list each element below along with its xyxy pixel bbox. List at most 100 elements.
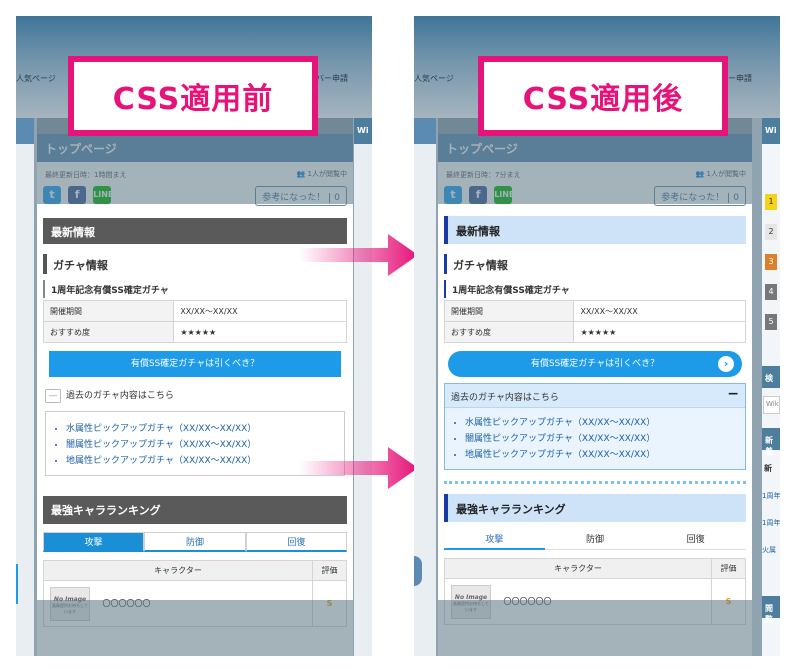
article: トップページ 最終更新日時：1時間まえ 👥 1人が閲覧中 t f LINE 参考…	[37, 134, 353, 656]
news-item[interactable]: 1周年	[762, 518, 780, 528]
social-row: t f LINE 参考になった！ 0	[37, 184, 353, 210]
grade-cell: S	[711, 578, 746, 625]
reader-count: 👥 1人が閲覧中	[296, 170, 347, 178]
toggle-box-icon: —	[45, 388, 61, 403]
tab-defense[interactable]: 防御	[144, 532, 246, 552]
table-cell-label: おすすめ度	[42, 321, 175, 343]
section-heading-ranking: 最強キャラランキング	[444, 494, 746, 522]
col-header-character: キャラクター	[43, 560, 313, 581]
cta-button[interactable]: 有償SS確定ガチャは引くべき？ ›	[448, 351, 742, 377]
gacha-title: 1周年記念有償SS確定ガチャ	[43, 280, 347, 298]
no-image-placeholder: No Image 画像提供お待ちしています	[451, 584, 491, 619]
facebook-icon[interactable]: f	[469, 186, 488, 204]
list-item[interactable]: 水属性ピックアップガチャ（XX/XX〜XX/XX）	[66, 421, 344, 434]
dotted-divider	[444, 478, 746, 484]
tab-attack[interactable]: 攻撃	[444, 530, 545, 550]
line-icon[interactable]: LINE	[93, 186, 113, 204]
past-gacha-toggle[interactable]: — 過去のガチャ内容はこちら	[45, 387, 345, 405]
twitter-icon[interactable]: t	[43, 186, 61, 204]
subheading-gacha: ガチャ情報	[444, 254, 746, 274]
meta-row: 最終更新日時：1時間まえ 👥 1人が閲覧中	[37, 162, 353, 184]
list-item[interactable]: 地属性ピックアップガチャ（XX/XX〜XX/XX）	[465, 447, 745, 460]
after-panel: 人気ページ バー申請 Wi 1 2 3 4 5 検 Wiki 新着 新 1周年 …	[414, 16, 780, 656]
rank-badge[interactable]: 5	[765, 314, 777, 330]
right-sidebar-header: Wi	[762, 118, 780, 144]
line-icon[interactable]: LINE	[494, 186, 514, 204]
tab-defense[interactable]: 防御	[544, 530, 646, 550]
social-row: t f LINE 参考になった！ 0	[438, 184, 752, 210]
twitter-icon[interactable]: t	[444, 186, 462, 204]
character-name: 〇〇〇〇〇〇	[503, 597, 552, 606]
news-subheader: 新	[764, 464, 772, 473]
ranking-tabs: 攻撃 防御 回復	[43, 532, 347, 552]
left-sidebar-edge	[16, 118, 34, 656]
ranking-table: キャラクター 評価 No Image 画像提供お待ちしています 〇〇〇〇〇〇 S	[43, 560, 347, 627]
table-row: No Image 画像提供お待ちしています 〇〇〇〇〇〇 S	[43, 580, 347, 627]
ranking-tabs: 攻撃 防御 回復	[444, 530, 747, 550]
label-after: CSS適用後	[478, 56, 728, 136]
accordion-header[interactable]: 過去のガチャ内容はこちら −	[445, 384, 745, 408]
page-title: トップページ	[37, 134, 353, 162]
arrow-right-icon	[300, 234, 418, 276]
nav-bar-application[interactable]: バー申請	[316, 73, 348, 84]
table-cell-label: 開催期間	[443, 300, 575, 322]
collapse-icon: −	[727, 386, 739, 402]
search-input[interactable]: Wiki	[763, 396, 780, 414]
last-updated: 最終更新日時：7分まえ	[446, 171, 521, 179]
rank-badge[interactable]: 2	[765, 224, 777, 240]
list-item[interactable]: 水属性ピックアップガチャ（XX/XX〜XX/XX）	[465, 415, 745, 428]
meta-row: 最終更新日時：7分まえ 👥 1人が閲覧中	[438, 162, 752, 184]
character-name: 〇〇〇〇〇〇	[102, 599, 151, 608]
rank-badge[interactable]: 3	[765, 254, 777, 270]
character-cell[interactable]: No Image 画像提供お待ちしています 〇〇〇〇〇〇	[444, 578, 712, 625]
news-item[interactable]: 火属	[762, 545, 780, 555]
accordion-title: 過去のガチャ内容はこちら	[451, 393, 559, 403]
tab-attack[interactable]: 攻撃	[43, 532, 145, 552]
news-item[interactable]: 1周年	[762, 491, 780, 501]
table-cell-value: XX/XX〜XX/XX	[173, 300, 347, 322]
col-header-character: キャラクター	[444, 558, 712, 579]
views-header: 閲覧	[762, 596, 780, 624]
list-item[interactable]: 闇属性ピックアップガチャ（XX/XX〜XX/XX）	[465, 431, 745, 444]
page-title: トップページ	[438, 134, 752, 162]
table-cell-label: おすすめ度	[443, 321, 575, 343]
facebook-icon[interactable]: f	[68, 186, 87, 204]
chevron-right-icon: ›	[718, 356, 734, 372]
gacha-info-table: 開催期間 XX/XX〜XX/XX おすすめ度 ★★★★★	[42, 300, 347, 343]
table-row: 開催期間 XX/XX〜XX/XX	[42, 300, 347, 322]
search-header: 検	[762, 366, 780, 388]
table-cell-value: ★★★★★	[173, 321, 347, 343]
label-before: CSS適用前	[68, 56, 318, 136]
table-row: No Image 画像提供お待ちしています 〇〇〇〇〇〇 S	[444, 578, 746, 625]
tab-heal[interactable]: 回復	[645, 530, 747, 550]
helpful-button[interactable]: 参考になった！ 0	[255, 186, 347, 206]
nav-popular-pages[interactable]: 人気ページ	[414, 73, 454, 84]
right-sidebar-edge: Wi	[354, 118, 372, 656]
cta-button[interactable]: 有償SS確定ガチャは引くべき？	[49, 351, 341, 377]
users-icon: 👥	[296, 170, 306, 178]
grade-cell: S	[312, 580, 347, 627]
rank-badge[interactable]: 4	[765, 284, 777, 300]
section-heading-ranking: 最強キャラランキング	[43, 496, 347, 524]
left-sidebar-button[interactable]	[414, 556, 422, 586]
right-sidebar-header: Wi	[354, 118, 372, 144]
table-row: 開催期間 XX/XX〜XX/XX	[443, 300, 746, 322]
last-updated: 最終更新日時：1時間まえ	[45, 171, 127, 179]
arrow-right-icon	[300, 447, 418, 489]
character-cell[interactable]: No Image 画像提供お待ちしています 〇〇〇〇〇〇	[43, 580, 313, 627]
helpful-button[interactable]: 参考になった！ 0	[654, 186, 746, 206]
table-cell-value: ★★★★★	[573, 321, 746, 343]
gacha-title: 1周年記念有償SS確定ガチャ	[444, 280, 746, 298]
left-sidebar-header	[16, 118, 34, 144]
rank-badge[interactable]: 1	[765, 194, 777, 210]
left-sidebar-button[interactable]	[16, 564, 18, 604]
table-header-row: キャラクター 評価	[444, 558, 746, 579]
article: トップページ 最終更新日時：7分まえ 👥 1人が閲覧中 t f LINE 参考に…	[438, 134, 752, 656]
no-image-placeholder: No Image 画像提供お待ちしています	[50, 586, 90, 621]
col-header-grade: 評価	[312, 560, 347, 581]
nav-popular-pages[interactable]: 人気ページ	[16, 73, 56, 84]
cta-label: 有償SS確定ガチャは引くべき？	[530, 359, 660, 369]
table-row: おすすめ度 ★★★★★	[443, 321, 746, 343]
tab-heal[interactable]: 回復	[245, 532, 347, 552]
table-row: おすすめ度 ★★★★★	[42, 321, 347, 343]
